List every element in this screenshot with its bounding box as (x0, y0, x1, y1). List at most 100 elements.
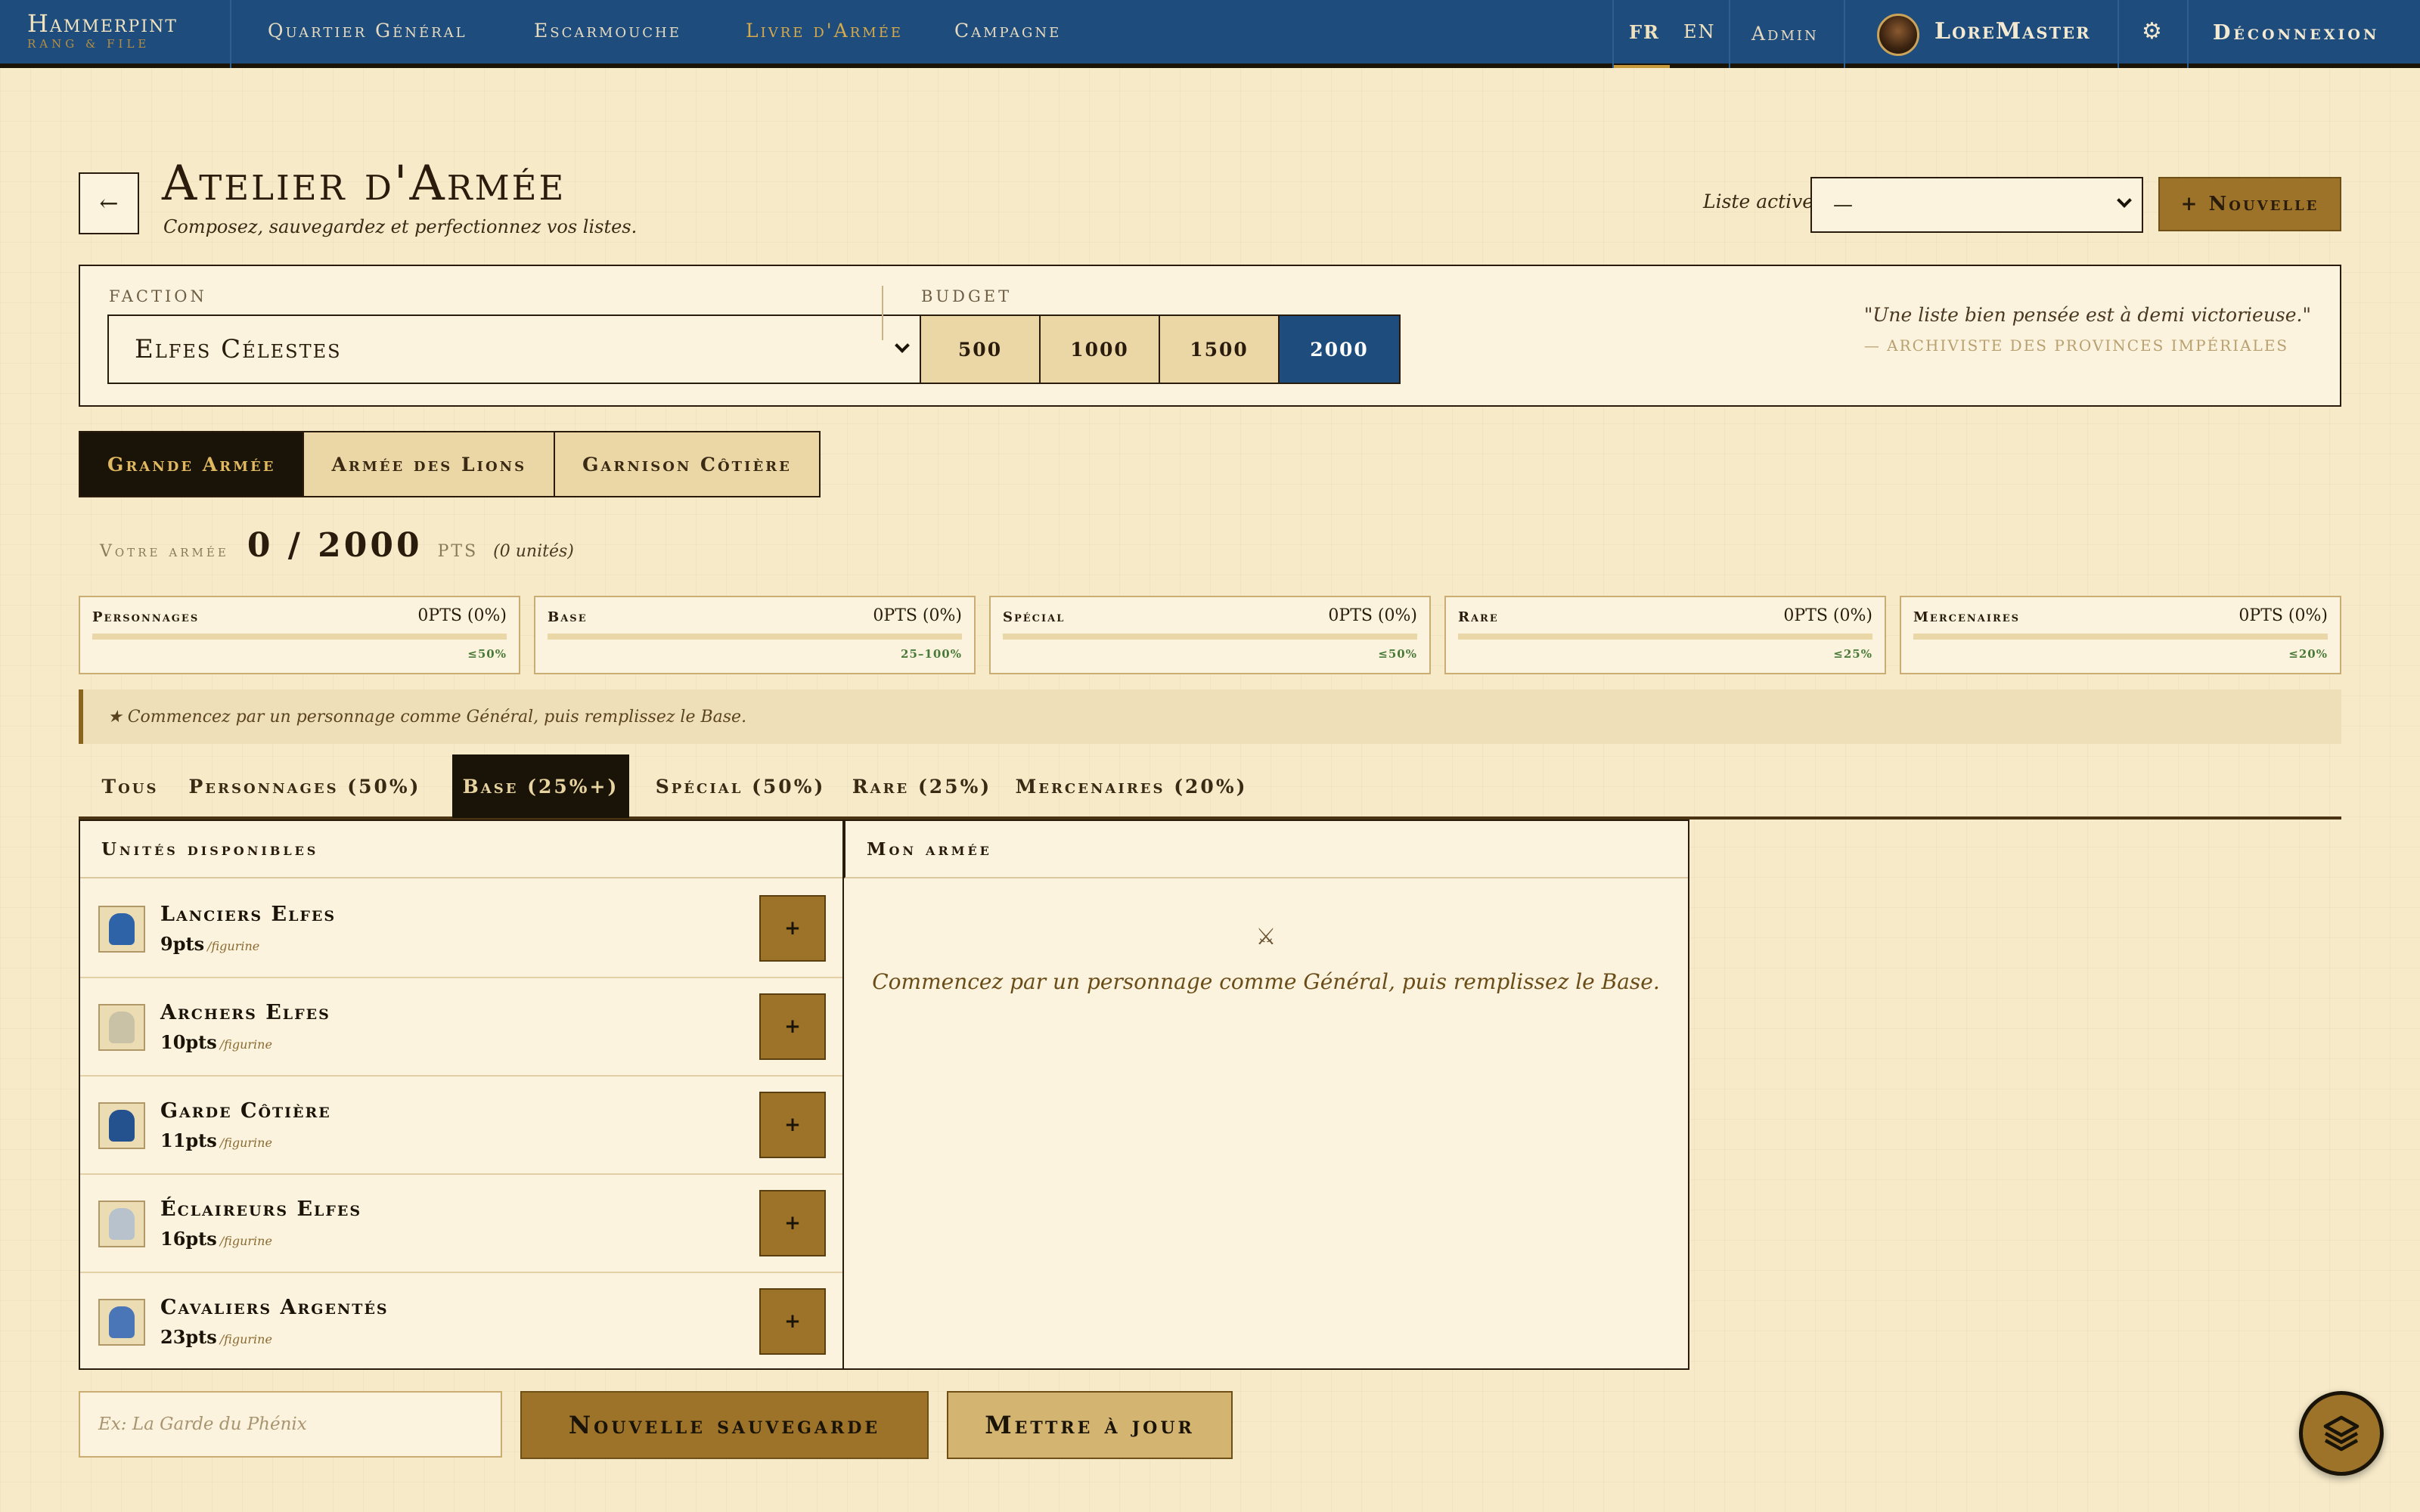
tab-armee-des-lions[interactable]: Armée des Lions (304, 432, 556, 496)
unit-figure (109, 1208, 135, 1240)
points-label: Votre armée (100, 542, 229, 561)
unit-per: /figurine (207, 939, 260, 953)
budget-option-1000[interactable]: 1000 (1041, 316, 1160, 383)
unit-filter-tabs: Tous Personnages (50%) Base (25%+) Spéci… (79, 754, 2341, 820)
admin-link[interactable]: Admin (1751, 23, 1819, 45)
filter-tab-rare[interactable]: Rare (25%) (842, 754, 1001, 818)
list-name-placeholder: Ex: La Garde du Phénix (98, 1414, 307, 1434)
update-button[interactable]: Mettre à jour (947, 1391, 1233, 1459)
user-name[interactable]: LoreMaster (1934, 18, 2091, 45)
gear-icon[interactable]: ⚙ (2142, 18, 2162, 45)
faction-value: Elfes Célestes (135, 334, 342, 364)
add-unit-button[interactable]: + (759, 1288, 826, 1355)
army-list-tabs: Grande Armée Armée des Lions Garnison Cô… (79, 431, 821, 497)
quote-author: — ARCHIVISTE DES PROVINCES IMPÉRIALES (1863, 336, 2289, 355)
add-unit-button[interactable]: + (759, 993, 826, 1060)
nav-divider (1729, 0, 1730, 68)
nav-divider (2187, 0, 2189, 68)
budget-option-1500[interactable]: 1500 (1160, 316, 1280, 383)
logo-subtitle: RANG & FILE (27, 37, 150, 51)
my-army-panel: Mon armée ⚔ Commencez par un personnage … (844, 820, 1689, 1370)
budget-selector: 500 1000 1500 2000 (920, 314, 1401, 384)
unit-row: Lanciers Elfes 9pts/figurine + (80, 880, 842, 978)
category-progress-bar (92, 634, 507, 640)
nav-link-livre-armee[interactable]: Livre d'Armée (746, 20, 903, 42)
nav-divider (230, 0, 231, 68)
hint-banner: ★ Commencez par un personnage comme Géné… (79, 689, 2341, 744)
new-save-button[interactable]: Nouvelle sauvegarde (520, 1391, 929, 1459)
filter-tab-special[interactable]: Spécial (50%) (638, 754, 842, 818)
list-name-input[interactable]: Ex: La Garde du Phénix (79, 1391, 502, 1458)
page-title: Atelier d'Armée (162, 156, 566, 212)
avatar[interactable] (1877, 14, 1919, 56)
tab-garnison-cotiere[interactable]: Garnison Côtière (555, 432, 819, 496)
quote-text: "Une liste bien pensée est à demi victor… (1863, 304, 2311, 326)
army-points-summary: Votre armée 0 / 2000 PTS (0 unités) (100, 526, 574, 565)
nav-link-quartier-general[interactable]: Quartier Général (268, 20, 467, 42)
unit-points: 11pts (160, 1129, 217, 1151)
tab-grande-armee[interactable]: Grande Armée (80, 432, 305, 496)
active-list-select[interactable]: — (1810, 177, 2143, 233)
nav-link-campagne[interactable]: Campagne (954, 20, 1061, 42)
unit-price: 11pts/figurine (160, 1129, 272, 1151)
chevron-down-icon (895, 338, 910, 353)
category-name: Base (548, 609, 588, 625)
category-progress-bar (1913, 634, 2328, 640)
budget-option-2000[interactable]: 2000 (1280, 316, 1399, 383)
category-name: Personnages (92, 609, 200, 625)
logo[interactable]: Hammerpint RANG & FILE (27, 11, 231, 51)
unit-row: Éclaireurs Elfes 16pts/figurine + (80, 1175, 842, 1273)
add-unit-button[interactable]: + (759, 895, 826, 962)
category-limit: ≤50% (1378, 647, 1417, 661)
faction-label: FACTION (109, 287, 207, 305)
lang-fr-button[interactable]: FR (1629, 21, 1660, 43)
chevron-down-icon (2117, 193, 2132, 208)
category-card-personnages: Personnages 0PTS (0%) ≤50% (79, 596, 520, 674)
points-value: 0 / 2000 (247, 526, 423, 565)
category-name: Rare (1458, 609, 1499, 625)
nav-link-escarmouche[interactable]: Escarmouche (534, 20, 681, 42)
unit-price: 23pts/figurine (160, 1326, 272, 1348)
budget-option-500[interactable]: 500 (921, 316, 1041, 383)
add-unit-button[interactable]: + (759, 1190, 826, 1256)
category-card-special: Spécial 0PTS (0%) ≤50% (989, 596, 1431, 674)
faction-select[interactable]: Elfes Célestes (107, 314, 926, 384)
logo-title: Hammerpint (27, 9, 178, 38)
active-lang-indicator (1614, 65, 1670, 68)
crossed-swords-icon: ⚔ (1255, 924, 1277, 950)
filter-tab-mercenaires[interactable]: Mercenaires (20%) (1003, 754, 1260, 818)
unit-figure-icon (98, 906, 145, 953)
filter-tab-base[interactable]: Base (25%+) (452, 754, 629, 818)
nav-divider (1612, 0, 1614, 68)
empty-army-message: Commencez par un personnage comme Généra… (872, 969, 1660, 994)
category-value: 0PTS (0%) (417, 606, 507, 625)
layers-icon[interactable] (2299, 1391, 2384, 1476)
unit-name: Lanciers Elfes (160, 903, 337, 926)
unit-figure (109, 1306, 135, 1338)
active-list-label: Liste active (1703, 191, 1814, 212)
category-limit: ≤20% (2288, 647, 2328, 661)
category-value: 0PTS (0%) (2238, 606, 2328, 625)
unit-name: Éclaireurs Elfes (160, 1198, 362, 1221)
back-button[interactable]: ← (79, 172, 139, 234)
filter-tab-tous[interactable]: Tous (79, 754, 182, 818)
category-value: 0PTS (0%) (1328, 606, 1417, 625)
my-army-title: Mon armée (844, 821, 1688, 878)
category-name: Spécial (1003, 609, 1066, 625)
unit-figure-icon (98, 1004, 145, 1051)
category-limit: 25–100% (901, 647, 962, 661)
filter-tab-personnages[interactable]: Personnages (50%) (188, 754, 419, 818)
logout-button[interactable]: Déconnexion (2213, 21, 2379, 45)
unit-name: Cavaliers Argentés (160, 1296, 389, 1319)
unit-row: Cavaliers Argentés 23pts/figurine + (80, 1273, 842, 1371)
units-count: (0 unités) (493, 542, 574, 561)
unit-points: 16pts (160, 1228, 217, 1250)
unit-per: /figurine (219, 1037, 272, 1052)
nav-divider (2118, 0, 2119, 68)
add-unit-button[interactable]: + (759, 1092, 826, 1158)
faction-panel: FACTION Elfes Célestes BUDGET 500 1000 1… (79, 265, 2341, 407)
lang-en-button[interactable]: EN (1683, 21, 1716, 42)
unit-points: 23pts (160, 1326, 217, 1348)
unit-name: Archers Elfes (160, 1001, 330, 1024)
new-list-button[interactable]: + Nouvelle (2158, 177, 2341, 231)
